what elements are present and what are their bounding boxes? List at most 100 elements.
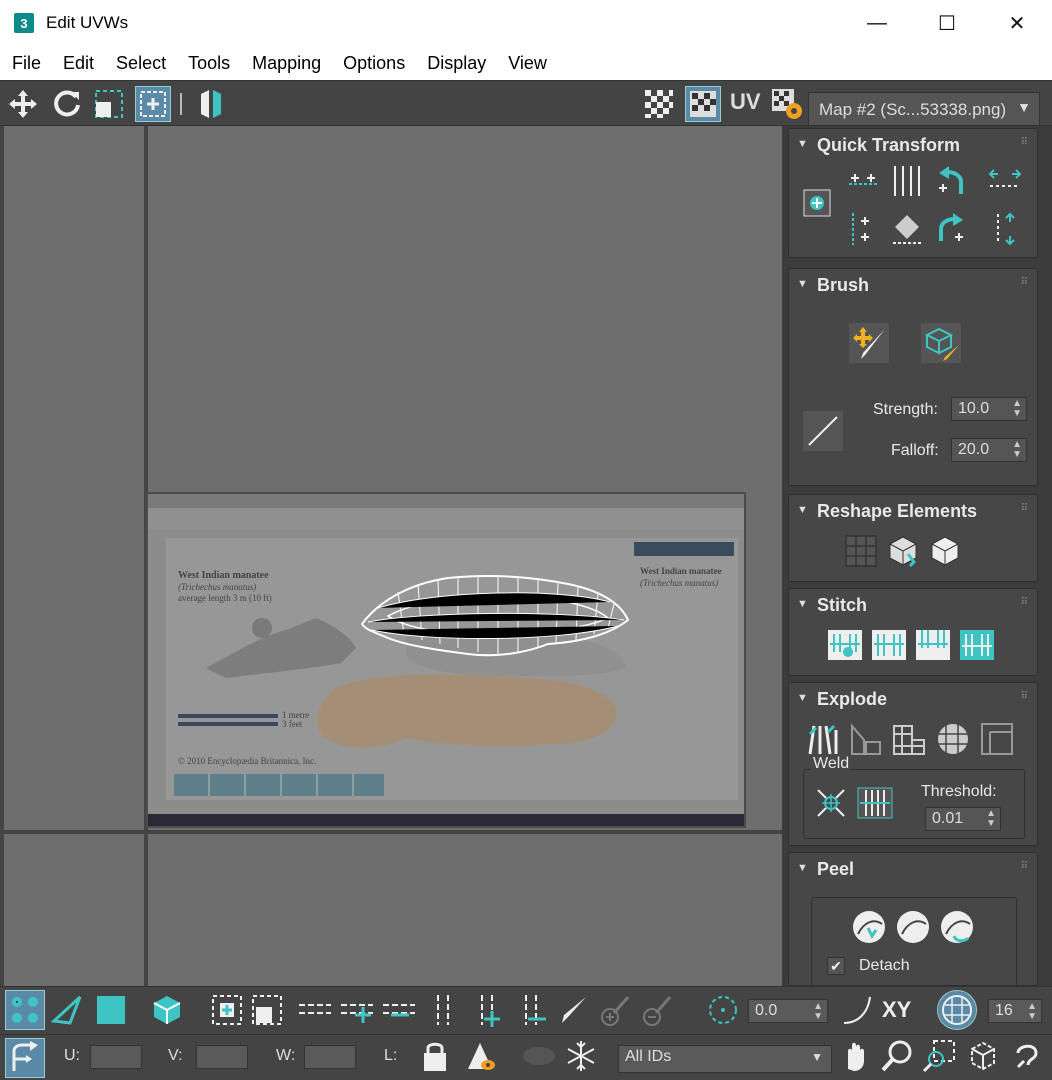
collapse-arrow-icon[interactable]: ▼ (797, 278, 808, 290)
edge-mode-icon[interactable] (48, 991, 86, 1029)
rotate-angle-icon[interactable] (704, 991, 742, 1029)
u-field[interactable] (90, 1045, 142, 1069)
uv-mesh-wireframe[interactable] (358, 572, 634, 662)
stitch-to-average-icon[interactable] (913, 625, 953, 665)
menu-select[interactable]: Select (116, 53, 166, 74)
stitch-custom-icon[interactable] (825, 625, 865, 665)
grip-icon[interactable]: ⠿ (1021, 861, 1028, 872)
w-field[interactable] (304, 1045, 356, 1069)
collapse-arrow-icon[interactable]: ▼ (797, 862, 808, 874)
grow-ring-icon[interactable] (470, 991, 508, 1029)
flatten-by-smoothing-icon[interactable] (933, 719, 973, 759)
flatten-by-material-icon[interactable] (889, 719, 929, 759)
paint-move-icon[interactable] (849, 323, 889, 363)
close-button[interactable]: ✕ (982, 0, 1052, 46)
grip-icon[interactable]: ⠿ (1021, 277, 1028, 288)
show-map-icon[interactable] (685, 86, 721, 122)
grid-size-field[interactable]: 16 ▲ ▼ (988, 999, 1042, 1023)
collapse-arrow-icon[interactable]: ▼ (797, 598, 808, 610)
scale-icon[interactable] (92, 87, 126, 121)
mirror-icon[interactable] (194, 87, 228, 121)
freeze-icon[interactable] (562, 1037, 600, 1075)
align-vertical-icon[interactable] (843, 209, 883, 249)
quick-transform-title[interactable]: Quick Transform (817, 135, 960, 156)
grip-icon[interactable]: ⠿ (1021, 503, 1028, 514)
stitch-to-target-icon[interactable] (869, 625, 909, 665)
xy-toggle[interactable]: XY (882, 997, 911, 1023)
reshape-elements-title[interactable]: Reshape Elements (817, 501, 977, 522)
brush-title[interactable]: Brush (817, 275, 869, 296)
hide-icon[interactable] (460, 1037, 498, 1075)
vertex-mode-icon[interactable] (5, 990, 45, 1030)
explode-title[interactable]: Explode (817, 689, 887, 710)
rotate-cw-icon[interactable] (931, 209, 971, 249)
peel-title[interactable]: Peel (817, 859, 854, 880)
spinner-arrows-icon[interactable]: ▲ ▼ (813, 1002, 823, 1022)
menu-options[interactable]: Options (343, 53, 405, 74)
map-dropdown[interactable]: Map #2 (Sc...53338.png) ▼ (808, 92, 1040, 126)
spinner-arrows-icon[interactable]: ▲ ▼ (986, 809, 996, 829)
enlarge-brush-icon[interactable] (596, 991, 634, 1029)
ring-icon[interactable] (424, 991, 462, 1029)
peel-mode-icon[interactable] (893, 907, 933, 947)
quick-peel-icon[interactable] (849, 907, 889, 947)
stitch-title[interactable]: Stitch (817, 595, 867, 616)
shrink-selection-icon[interactable] (248, 991, 286, 1029)
zoom-icon[interactable] (878, 1037, 916, 1075)
curve-icon[interactable] (838, 991, 876, 1029)
shrink-loop-icon[interactable] (380, 991, 418, 1029)
maximize-button[interactable]: ☐ (912, 0, 982, 46)
falloff-spinner[interactable]: 20.0 ▲ ▼ (951, 438, 1027, 462)
menu-view[interactable]: View (508, 53, 547, 74)
paint-select-icon[interactable] (554, 991, 592, 1029)
menu-file[interactable]: File (12, 53, 41, 74)
straighten-selection-icon[interactable] (841, 531, 881, 571)
absolute-offset-icon[interactable] (5, 1038, 45, 1078)
straighten-icon[interactable] (887, 161, 927, 201)
spinner-arrows-icon[interactable]: ▲ ▼ (1012, 440, 1022, 460)
pan-icon[interactable] (836, 1037, 874, 1075)
rotate-icon[interactable] (50, 87, 84, 121)
rotate-ccw-icon[interactable] (931, 161, 971, 201)
rotate-angle-field[interactable]: 0.0 ▲ ▼ (748, 999, 828, 1023)
move-icon[interactable] (6, 87, 40, 121)
align-to-edge-icon[interactable] (887, 209, 927, 249)
menu-edit[interactable]: Edit (63, 53, 94, 74)
loop-icon[interactable] (296, 991, 334, 1029)
grow-selection-icon[interactable] (208, 991, 246, 1029)
face-mode-icon[interactable] (92, 991, 130, 1029)
pivot-icon[interactable] (797, 183, 837, 223)
ids-dropdown[interactable]: All IDs ▼ (618, 1045, 832, 1073)
relax-until-flat-icon[interactable] (925, 531, 965, 571)
threshold-spinner[interactable]: 0.01 ▲ ▼ (925, 807, 1001, 831)
align-horizontal-icon[interactable] (843, 161, 883, 201)
space-vertical-icon[interactable] (985, 209, 1025, 249)
relax-brush-icon[interactable] (921, 323, 961, 363)
bake-icon[interactable] (977, 719, 1017, 759)
reset-peel-icon[interactable] (937, 907, 977, 947)
zoom-region-icon[interactable] (920, 1037, 958, 1075)
grow-loop-icon[interactable] (338, 991, 376, 1029)
grip-icon[interactable]: ⠿ (1021, 597, 1028, 608)
collapse-arrow-icon[interactable]: ▼ (797, 138, 808, 150)
element-mode-icon[interactable] (148, 991, 186, 1029)
strength-spinner[interactable]: 10.0 ▲ ▼ (951, 397, 1027, 421)
settings-icon[interactable] (770, 87, 804, 121)
grip-icon[interactable]: ⠿ (1021, 137, 1028, 148)
zoom-extents-icon[interactable] (964, 1037, 1002, 1075)
stitch-to-source-icon[interactable] (957, 625, 997, 665)
spinner-arrows-icon[interactable]: ▲ ▼ (1027, 1002, 1037, 1022)
collapse-arrow-icon[interactable]: ▼ (797, 504, 808, 516)
collapse-arrow-icon[interactable]: ▼ (797, 692, 808, 704)
uv-toggle[interactable]: UV (730, 89, 761, 115)
checker-pattern-icon[interactable] (642, 87, 676, 121)
freeform-icon[interactable] (135, 86, 171, 122)
shrink-brush-icon[interactable] (638, 991, 676, 1029)
freeze-face-icon[interactable] (520, 1037, 558, 1075)
detach-checkbox[interactable]: ✔ (827, 957, 845, 975)
weld-target-icon[interactable] (855, 783, 895, 823)
weld-selected-icon[interactable] (811, 783, 851, 823)
flatten-by-angle-icon[interactable] (847, 719, 887, 759)
uv-viewport[interactable]: West Indian manatee (Trichechus manatus)… (0, 126, 782, 986)
shrink-ring-icon[interactable] (514, 991, 552, 1029)
